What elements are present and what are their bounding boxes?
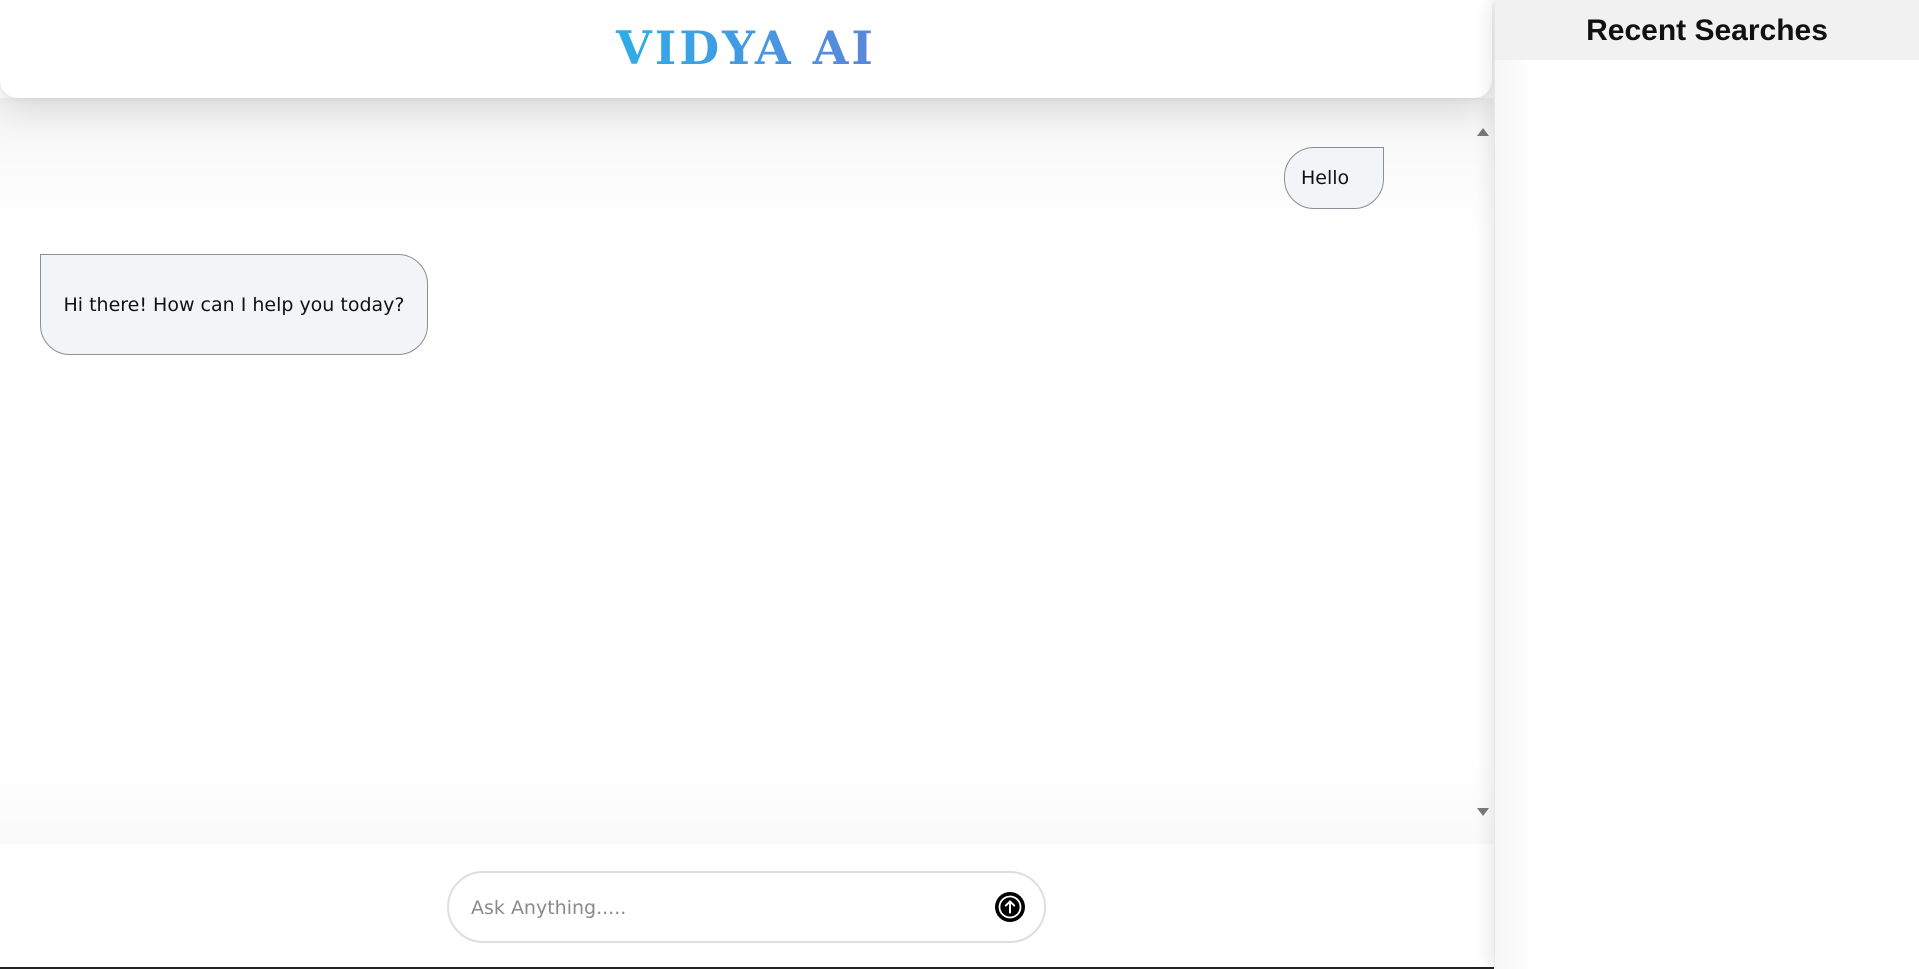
recent-searches-list[interactable] <box>1495 60 1919 969</box>
user-message: Hello <box>1284 147 1384 209</box>
recent-searches-panel: Recent Searches <box>1494 0 1919 969</box>
scroll-up-arrow-icon[interactable] <box>1477 128 1489 136</box>
brand-logo: VIDYA AI <box>0 20 1492 76</box>
chat-main: VIDYA AI Hello Hi there! How can I help … <box>0 0 1494 969</box>
user-message-text: Hello <box>1301 167 1350 189</box>
arrow-up-circle-icon <box>998 895 1022 919</box>
send-button[interactable] <box>995 892 1025 922</box>
assistant-message: Hi there! How can I help you today? <box>40 254 428 355</box>
recent-searches-title: Recent Searches <box>1586 14 1828 47</box>
scroll-down-arrow-icon[interactable] <box>1477 808 1489 816</box>
ask-input[interactable] <box>469 887 953 929</box>
ask-input-container <box>447 871 1046 943</box>
assistant-message-text: Hi there! How can I help you today? <box>63 293 405 316</box>
composer <box>0 844 1494 969</box>
recent-searches-header: Recent Searches <box>1495 0 1919 60</box>
chat-messages[interactable]: Hello Hi there! How can I help you today… <box>0 98 1494 844</box>
app-root: VIDYA AI Hello Hi there! How can I help … <box>0 0 1919 969</box>
app-header: VIDYA AI <box>0 0 1492 98</box>
